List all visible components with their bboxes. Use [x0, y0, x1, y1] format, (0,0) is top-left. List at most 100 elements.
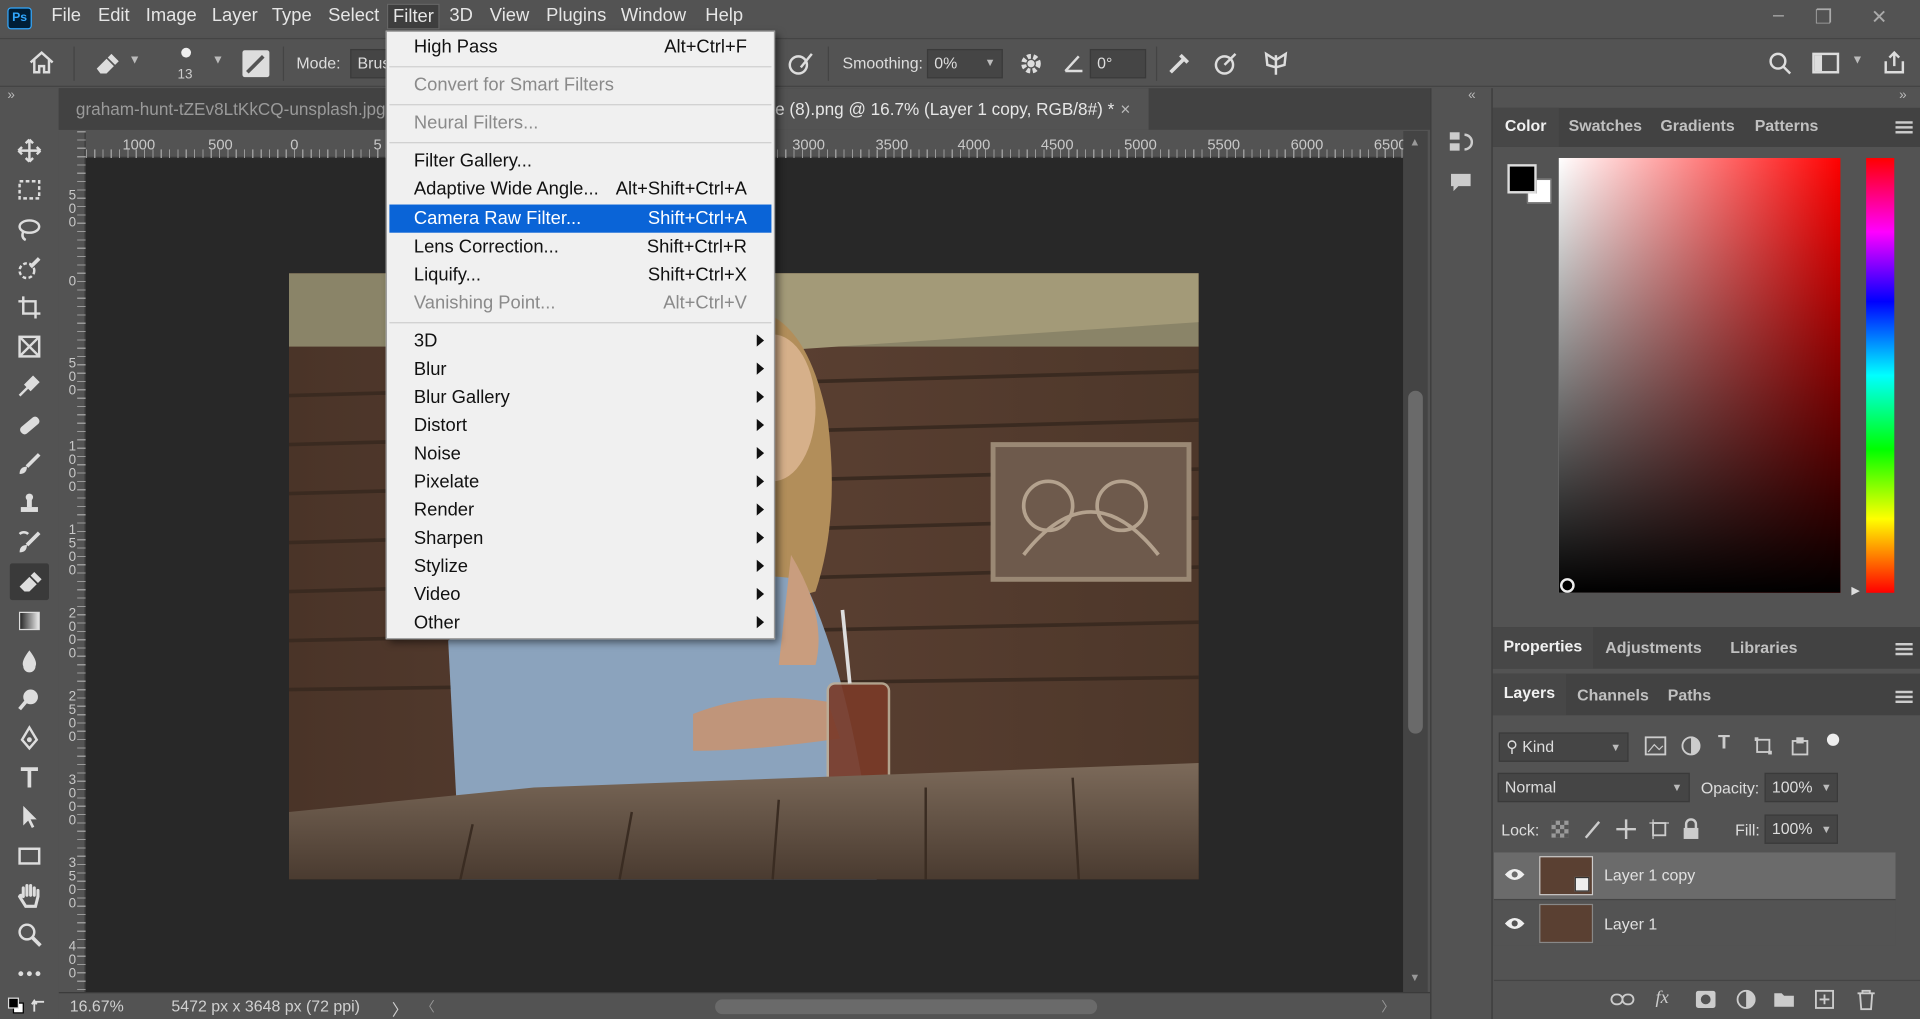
expand-toolbar-icon[interactable]: » — [7, 88, 15, 103]
new-adjustment-layer-icon[interactable] — [1736, 989, 1756, 1010]
eraser-tool-icon[interactable] — [9, 563, 49, 601]
path-selection-tool-icon[interactable] — [13, 801, 45, 833]
tab-patterns[interactable]: Patterns — [1755, 116, 1819, 134]
tab-document-1[interactable]: graham-hunt-tZEv8LtKkCQ-unsplash.jpg — [58, 88, 390, 130]
chevron-down-icon[interactable]: ▼ — [1821, 823, 1832, 835]
tab-swatches[interactable]: Swatches — [1569, 116, 1642, 134]
menu-plugins[interactable]: Plugins — [546, 5, 606, 26]
tab-color[interactable]: Color — [1492, 107, 1559, 147]
swap-colors-icon[interactable] — [31, 997, 48, 1014]
comments-panel-icon[interactable] — [1447, 169, 1474, 196]
layers-panel-menu-icon[interactable] — [1895, 690, 1913, 704]
healing-brush-tool-icon[interactable] — [13, 409, 45, 441]
menu-edit[interactable]: Edit — [98, 5, 130, 26]
scroll-right-icon[interactable]: 〉 — [1381, 997, 1394, 1017]
chevron-down-icon[interactable]: ▼ — [1672, 781, 1683, 793]
menu-item-3d[interactable]: 3D — [389, 327, 771, 355]
blend-mode-select[interactable]: Normal ▼ — [1497, 772, 1690, 803]
menu-file[interactable]: File — [51, 5, 81, 26]
clone-stamp-tool-icon[interactable] — [13, 487, 45, 519]
gradient-tool-icon[interactable] — [13, 605, 45, 637]
menu-item-pixelate[interactable]: Pixelate — [389, 468, 771, 496]
crop-tool-icon[interactable] — [13, 291, 45, 323]
ps-logo[interactable]: Ps — [7, 7, 32, 30]
tab-channels[interactable]: Channels — [1577, 686, 1649, 704]
scroll-down-icon[interactable]: ▼ — [1409, 971, 1420, 983]
menu-item-lens-correction[interactable]: Lens Correction... Shift+Ctrl+R — [389, 232, 771, 260]
type-tool-icon[interactable] — [13, 762, 45, 794]
collapse-panels-icon[interactable]: « — [1468, 88, 1476, 103]
filter-smart-object-icon[interactable] — [1790, 736, 1810, 756]
menu-item-blur[interactable]: Blur — [389, 355, 771, 383]
pressure-size-icon[interactable] — [1212, 50, 1239, 77]
menu-item-liquify[interactable]: Liquify... Shift+Ctrl+X — [389, 260, 771, 288]
smoothing-input[interactable]: 0% ▼ — [926, 48, 1003, 79]
hand-tool-icon[interactable] — [13, 879, 45, 911]
workspace-chevron-icon[interactable]: ▼ — [1851, 54, 1863, 67]
angle-input[interactable]: 0° — [1089, 48, 1147, 79]
menu-item-camera-raw-filter[interactable]: Camera Raw Filter... Shift+Ctrl+A — [389, 203, 772, 233]
lock-transparency-icon[interactable] — [1551, 820, 1569, 838]
vertical-scrollbar[interactable]: ▲ ▼ — [1403, 131, 1428, 993]
lock-all-icon[interactable] — [1682, 818, 1699, 840]
pen-tool-icon[interactable] — [13, 723, 45, 755]
menu-item-other[interactable]: Other — [389, 609, 771, 637]
share-icon[interactable] — [1881, 49, 1908, 76]
chevron-down-icon[interactable]: ▼ — [985, 56, 996, 68]
menu-item-stylize[interactable]: Stylize — [389, 552, 771, 580]
more-tools-icon[interactable] — [13, 958, 45, 990]
menu-select[interactable]: Select — [328, 5, 379, 26]
eraser-tool-preset-icon[interactable] — [93, 51, 120, 75]
rectangle-tool-icon[interactable] — [13, 840, 45, 872]
add-mask-icon[interactable] — [1695, 990, 1716, 1008]
filter-shape-icon[interactable] — [1753, 736, 1773, 756]
properties-panel-menu-icon[interactable] — [1895, 642, 1913, 656]
quick-selection-tool-icon[interactable] — [13, 252, 45, 284]
horizontal-scrollbar-thumb[interactable] — [715, 999, 1098, 1015]
link-layers-icon[interactable] — [1610, 992, 1635, 1007]
menu-item-sharpen[interactable]: Sharpen — [389, 524, 771, 552]
dodge-tool-icon[interactable] — [13, 683, 45, 715]
frame-tool-icon[interactable] — [13, 331, 45, 363]
hue-slider[interactable] — [1866, 157, 1895, 593]
tab-paths[interactable]: Paths — [1668, 686, 1711, 704]
lasso-tool-icon[interactable] — [13, 213, 45, 245]
delete-layer-trash-icon[interactable] — [1856, 989, 1876, 1011]
chevron-down-icon[interactable]: ▼ — [1821, 781, 1832, 793]
filter-pixel-icon[interactable] — [1644, 736, 1667, 756]
lock-artboard-icon[interactable] — [1648, 818, 1670, 840]
lock-pixels-icon[interactable] — [1583, 818, 1603, 840]
menu-filter[interactable]: Filter — [386, 3, 441, 30]
search-icon[interactable] — [1768, 51, 1792, 75]
tab-libraries[interactable]: Libraries — [1730, 638, 1797, 656]
color-picker-cursor[interactable] — [1560, 578, 1575, 593]
menu-item-adaptive-wide-angle[interactable]: Adaptive Wide Angle... Alt+Shift+Ctrl+A — [389, 176, 771, 204]
blur-tool-icon[interactable] — [13, 644, 45, 676]
menu-type[interactable]: Type — [272, 5, 312, 26]
new-layer-icon[interactable] — [1815, 989, 1835, 1010]
foreground-color-swatch[interactable] — [1507, 164, 1537, 194]
brush-chevron-icon[interactable]: ▼ — [212, 54, 224, 67]
layer-row[interactable]: Layer 1 — [1493, 898, 1896, 946]
eyedropper-tool-icon[interactable] — [13, 370, 45, 402]
menu-image[interactable]: Image — [146, 5, 197, 26]
menu-3d[interactable]: 3D — [449, 5, 472, 26]
restore-button[interactable]: ❐ — [1815, 5, 1833, 29]
tab-layers[interactable]: Layers — [1492, 673, 1567, 716]
move-tool-icon[interactable] — [13, 135, 45, 167]
chevron-down-icon[interactable]: ▼ — [129, 54, 141, 67]
opacity-input[interactable]: 100% ▼ — [1764, 772, 1838, 803]
smoothing-gear-icon[interactable] — [1018, 50, 1045, 77]
menu-window[interactable]: Window — [621, 5, 686, 26]
stylus-pressure-icon[interactable] — [786, 50, 815, 77]
tab-adjustments[interactable]: Adjustments — [1605, 638, 1701, 656]
scrollbar-thumb[interactable] — [1408, 390, 1423, 734]
layer-name[interactable]: Layer 1 copy — [1604, 866, 1695, 884]
hue-slider-handle-icon[interactable]: ▶ — [1851, 584, 1859, 597]
menu-item-high-pass[interactable]: High Pass Alt+Ctrl+F — [389, 33, 771, 61]
zoom-tool-icon[interactable] — [13, 919, 45, 951]
default-colors-icon[interactable] — [7, 997, 24, 1014]
zoom-level[interactable]: 16.67% — [70, 997, 124, 1015]
tab-gradients[interactable]: Gradients — [1660, 116, 1734, 134]
layer-kind-filter[interactable]: ⚲ Kind ▼ — [1498, 732, 1629, 762]
